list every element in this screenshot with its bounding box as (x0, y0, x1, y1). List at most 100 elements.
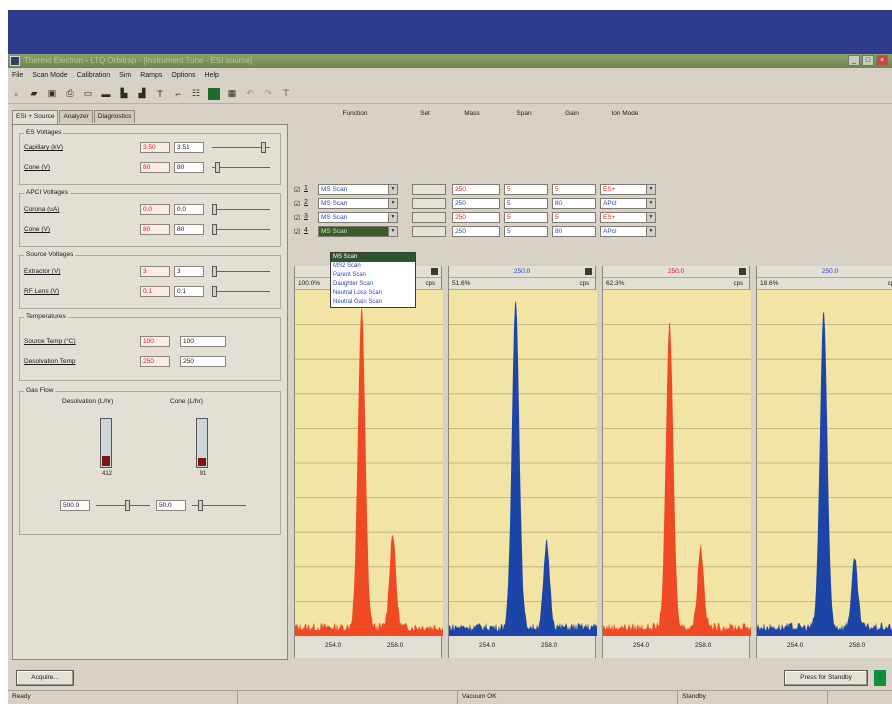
ion-mode-select[interactable]: APcI ▼ (600, 226, 656, 237)
function-select[interactable]: MS Scan ▼ (318, 184, 398, 195)
tab-analyzer[interactable]: Analyzer (59, 110, 93, 123)
open-icon[interactable]: ▰ (28, 88, 40, 100)
span-field[interactable]: 5 (504, 226, 548, 237)
set-field[interactable] (412, 198, 446, 209)
menu-sim[interactable]: Sim (119, 72, 131, 79)
menu-calibration[interactable]: Calibration (77, 72, 110, 79)
new-icon[interactable]: ▫ (10, 88, 22, 100)
stop-icon[interactable] (208, 87, 220, 100)
gain-field[interactable]: 5 (552, 184, 596, 195)
function-checkbox[interactable]: ☑ (294, 228, 300, 236)
corona-set[interactable]: 0.0 (140, 204, 170, 215)
dropdown-option[interactable]: Daughter Scan (331, 280, 415, 289)
mass-field[interactable]: 250 (452, 226, 500, 237)
span-field[interactable]: 5 (504, 198, 548, 209)
mass-field[interactable]: 250 (452, 212, 500, 223)
pin-icon[interactable] (585, 268, 592, 275)
divert-icon[interactable]: ⌐ (172, 88, 184, 100)
function-dropdown-list[interactable]: MS Scan MS2 Scan Parent Scan Daughter Scan N… (330, 252, 416, 308)
desolvation-temp-set[interactable]: 250 (140, 356, 170, 367)
dropdown-option[interactable]: MS2 Scan (331, 262, 415, 271)
dropdown-option[interactable]: MS Scan (331, 253, 415, 262)
tab-esi-source[interactable]: ESI + Source (12, 110, 59, 124)
function-select[interactable]: MS Scan ▼ (318, 212, 398, 223)
spectrum-plot[interactable] (449, 290, 597, 636)
function-index: 4 (304, 227, 308, 234)
apci-cone-set[interactable]: 80 (140, 224, 170, 235)
spectrum-plot[interactable] (603, 290, 751, 636)
corona-slider[interactable] (212, 204, 270, 215)
pin-icon[interactable]: ⊤ (280, 88, 292, 100)
undo-icon[interactable]: ↶ (244, 88, 256, 100)
desolvation-flow-slider[interactable] (96, 500, 150, 511)
status-cell-5 (828, 691, 888, 704)
chevron-down-icon: ▼ (646, 227, 655, 236)
menu-ramps[interactable]: Ramps (140, 72, 162, 79)
rf-lens-readback: 0.1 (174, 286, 204, 297)
redo-icon[interactable]: ↷ (262, 88, 274, 100)
cone-flow-set[interactable]: 50.0 (156, 500, 186, 511)
ion-mode-select[interactable]: APcI ▼ (600, 198, 656, 209)
dropdown-option[interactable]: Parent Scan (331, 271, 415, 280)
es-cone-slider[interactable] (212, 162, 270, 173)
es-cone-set[interactable]: 80 (140, 162, 170, 173)
tab-diagnostics[interactable]: Diagnostics (93, 110, 136, 123)
set-field[interactable] (412, 212, 446, 223)
capillary-slider[interactable] (212, 142, 270, 153)
extractor-set[interactable]: 3 (140, 266, 170, 277)
camera-icon[interactable]: ▬ (100, 88, 112, 100)
ion-mode-select[interactable]: ES+ ▼ (600, 184, 656, 195)
close-button[interactable]: × (876, 55, 888, 66)
tree-icon[interactable]: ▙ (118, 88, 130, 100)
copy-icon[interactable]: ▭ (82, 88, 94, 100)
function-checkbox[interactable]: ☑ (294, 200, 300, 208)
dropdown-option[interactable]: Neutral Loss Scan (331, 289, 415, 298)
mass-field[interactable]: 250 (452, 184, 500, 195)
chart-icon[interactable]: ▟ (136, 88, 148, 100)
set-field[interactable] (412, 226, 446, 237)
span-field[interactable]: 5 (504, 212, 548, 223)
mz-icon[interactable]: ☷ (190, 88, 202, 100)
intensity-unit: cps (579, 281, 589, 287)
desolvation-flow-set[interactable]: 500.0 (60, 500, 90, 511)
capillary-set[interactable]: 3.50 (140, 142, 170, 153)
rf-lens-slider[interactable] (212, 286, 270, 297)
acquire-button[interactable]: Acquire... (16, 670, 74, 686)
save-icon[interactable]: ▣ (46, 88, 58, 100)
gain-field[interactable]: 80 (552, 226, 596, 237)
menu-scan-mode[interactable]: Scan Mode (32, 72, 67, 79)
apci-cone-slider[interactable] (212, 224, 270, 235)
function-select[interactable]: MS Scan ▼ (318, 226, 398, 237)
rf-lens-set[interactable]: 0.1 (140, 286, 170, 297)
graph-icon[interactable]: ▦ (226, 88, 238, 100)
menu-options[interactable]: Options (171, 72, 195, 79)
print-icon[interactable]: ⎙ (64, 88, 76, 100)
spectrum-trace (295, 307, 443, 636)
chevron-down-icon: ▼ (388, 199, 397, 208)
menu-bar: File Scan Mode Calibration Sim Ramps Opt… (8, 68, 892, 82)
minimize-button[interactable]: _ (848, 55, 860, 66)
title-bar[interactable]: Thermo Electron - LTQ Orbitrap - [Instru… (8, 54, 892, 68)
gain-field[interactable]: 80 (552, 198, 596, 209)
source-temp-set[interactable]: 100 (140, 336, 170, 347)
menu-file[interactable]: File (12, 72, 23, 79)
menu-help[interactable]: Help (205, 72, 219, 79)
ion-mode-select[interactable]: ES+ ▼ (600, 212, 656, 223)
function-checkbox[interactable]: ☑ (294, 186, 300, 194)
standby-button[interactable]: Press for Standby (784, 670, 868, 686)
function-checkbox[interactable]: ☑ (294, 214, 300, 222)
tune-icon[interactable]: T (154, 88, 166, 100)
function-select[interactable]: MS Scan ▼ (318, 198, 398, 209)
dropdown-option[interactable]: Neutral Gain Scan (331, 298, 415, 307)
gain-field[interactable]: 5 (552, 212, 596, 223)
pin-icon[interactable] (431, 268, 438, 275)
cone-flow-slider[interactable] (192, 500, 246, 511)
spectrum-plot[interactable] (295, 290, 443, 636)
maximize-button[interactable]: □ (862, 55, 874, 66)
span-field[interactable]: 5 (504, 184, 548, 195)
spectrum-plot[interactable] (757, 290, 892, 636)
mass-field[interactable]: 250 (452, 198, 500, 209)
extractor-slider[interactable] (212, 266, 270, 277)
pin-icon[interactable] (739, 268, 746, 275)
set-field[interactable] (412, 184, 446, 195)
